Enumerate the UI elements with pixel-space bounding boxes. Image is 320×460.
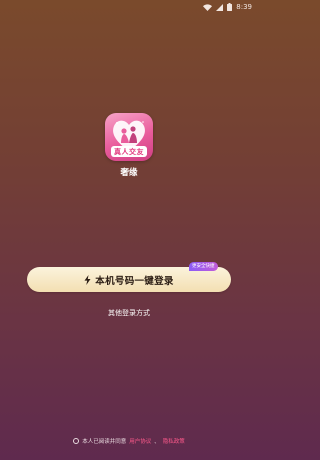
status-bar: 8:39 — [0, 0, 258, 14]
other-login-methods-link[interactable]: 其他登录方式 — [0, 308, 258, 318]
app-name: 奢缘 — [120, 168, 138, 178]
logo-tag: 真人交友 — [111, 146, 147, 157]
agreement-checkbox[interactable] — [73, 438, 80, 444]
one-click-login-label: 本机号码一键登录 — [95, 275, 174, 287]
status-time: 8:39 — [236, 3, 252, 11]
agreement-row: 本人已阅读并同意 用户协议、隐私政策 — [0, 437, 258, 445]
agreement-separator: 、 — [154, 439, 160, 445]
app-logo: 真人交友 — [105, 113, 153, 161]
agreement-prefix: 本人已阅读并同意 — [82, 439, 127, 445]
signal-icon — [216, 3, 224, 11]
battery-icon — [227, 3, 233, 11]
wifi-icon — [203, 3, 213, 11]
user-agreement-link[interactable]: 用户协议 — [129, 437, 151, 445]
lightning-icon — [84, 274, 91, 285]
privacy-policy-link[interactable]: 隐私政策 — [163, 437, 185, 445]
login-badge: 更安全快捷 — [189, 262, 218, 271]
